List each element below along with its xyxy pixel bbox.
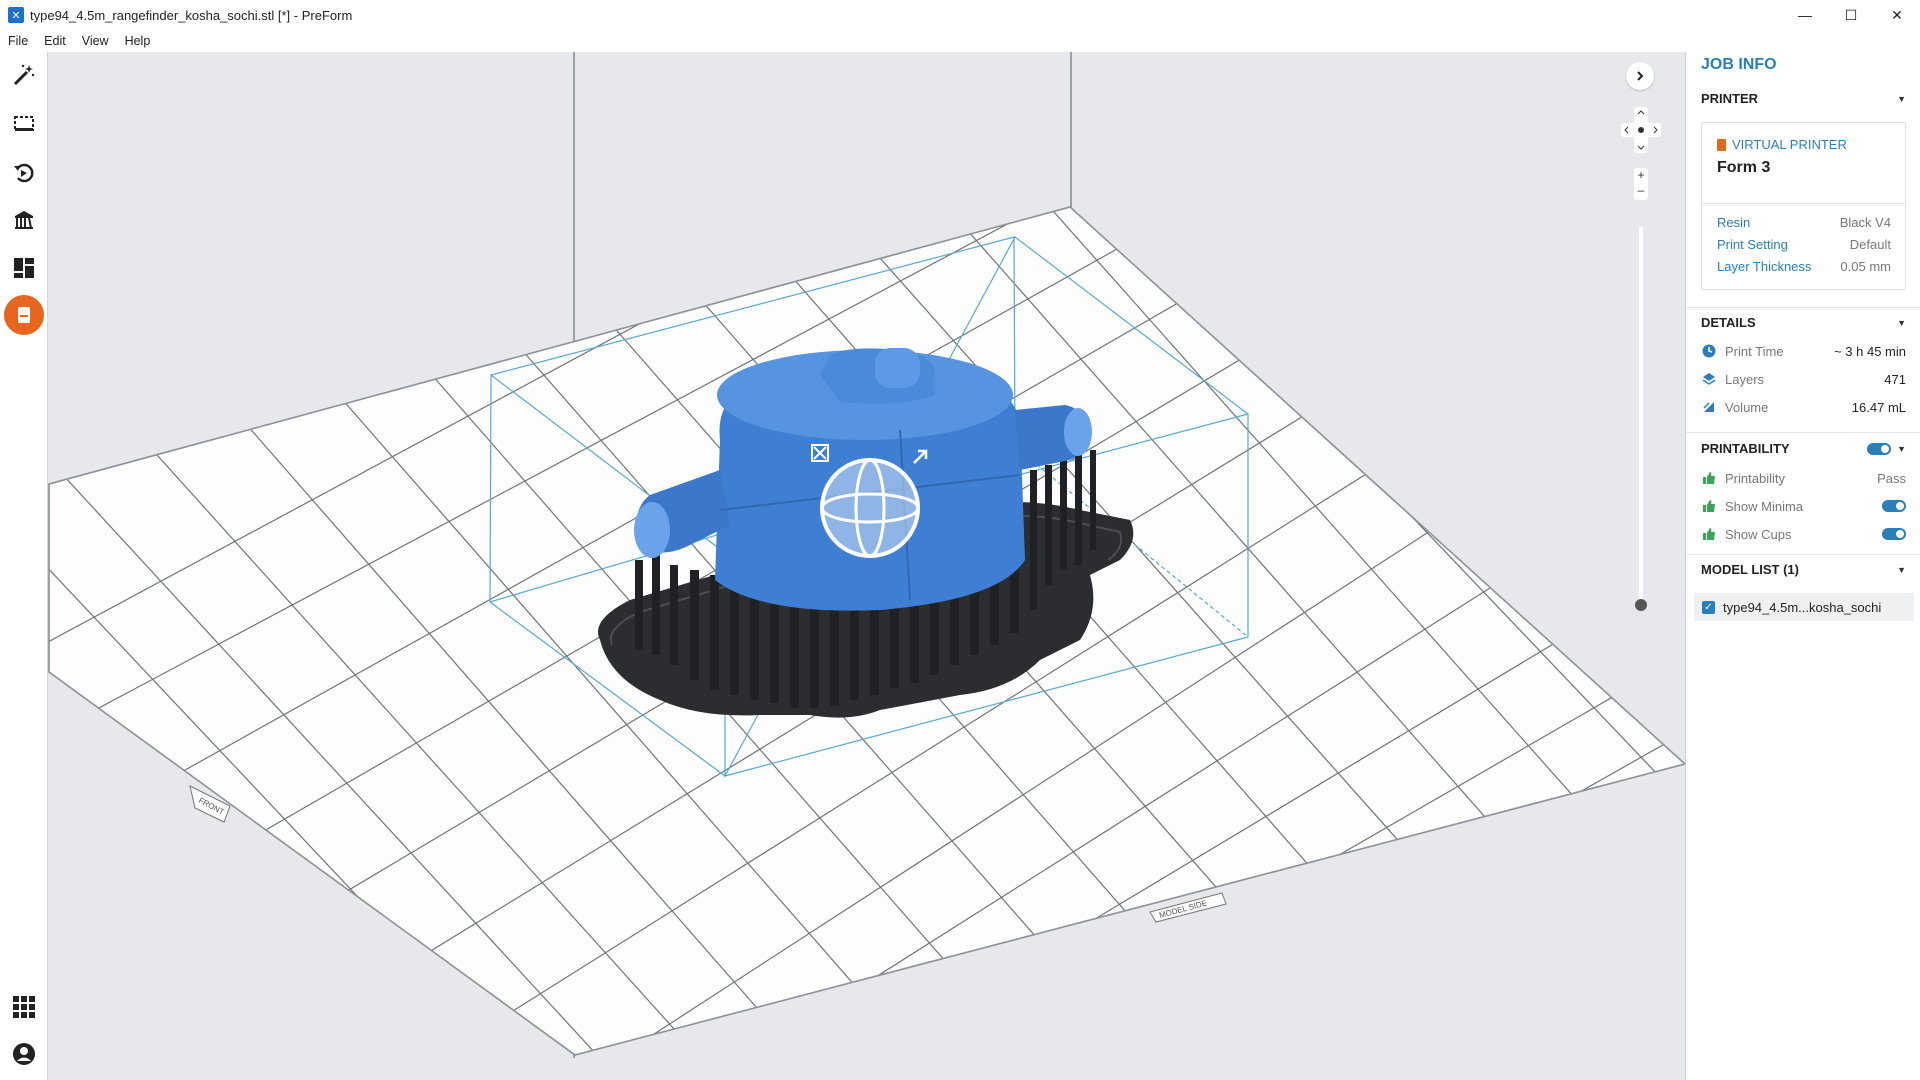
title-bar: ✕ type94_4.5m_rangefinder_kosha_sochi.st… (0, 0, 1920, 30)
minimize-button[interactable]: — (1782, 0, 1828, 30)
volume-icon (1701, 399, 1717, 415)
menu-edit[interactable]: Edit (36, 34, 74, 48)
window-controls: — ☐ ✕ (1782, 0, 1920, 30)
resin-row: Resin Black V4 (1717, 215, 1891, 230)
layer-slider-handle[interactable] (1635, 599, 1647, 611)
resin-value: Black V4 (1839, 215, 1891, 230)
panel-title: JOB INFO (1701, 56, 1777, 73)
layers-value: 471 (1884, 371, 1906, 387)
menu-help[interactable]: Help (117, 34, 159, 48)
model-list-header-label: MODEL LIST (1) (1701, 562, 1799, 577)
printability-label: Printability (1725, 470, 1785, 486)
account-icon[interactable] (9, 1039, 39, 1069)
printability-value: Pass (1877, 470, 1906, 486)
model-hatch (875, 348, 920, 388)
print-time-value: ~ 3 h 45 min (1834, 343, 1906, 359)
print-setting-value: Default (1849, 237, 1891, 252)
view-navigation-icon (1621, 107, 1661, 153)
expand-panel-button[interactable] (1626, 62, 1654, 90)
virtual-printer-text: VIRTUAL PRINTER (1732, 137, 1847, 152)
print-time-label: Print Time (1725, 343, 1784, 359)
printer-header-label: PRINTER (1701, 91, 1759, 106)
print-time-row: Print Time ~ 3 h 45 min (1701, 343, 1906, 359)
camera-pan-control[interactable] (1621, 107, 1661, 153)
layer-thickness-label: Layer Thickness (1717, 259, 1812, 274)
show-minima-row: Show Minima (1701, 498, 1906, 514)
section-divider (1686, 432, 1920, 433)
show-minima-label: Show Minima (1725, 498, 1804, 514)
layers-row: Layers 471 (1701, 371, 1906, 387)
supports-icon[interactable] (9, 205, 39, 235)
magic-wand-icon[interactable] (9, 60, 39, 90)
print-setting-row: Print Setting Default (1717, 237, 1891, 252)
thumbs-up-icon (1701, 526, 1717, 542)
printability-section-header[interactable]: PRINTABILITY ▼ (1701, 441, 1906, 456)
maximize-button[interactable]: ☐ (1828, 0, 1874, 30)
menu-view[interactable]: View (74, 34, 117, 48)
printability-toggle[interactable] (1867, 442, 1892, 455)
preform-logo-icon: ✕ (8, 7, 24, 23)
print-setting-label: Print Setting (1717, 237, 1788, 252)
rotation-gizmo[interactable] (820, 458, 920, 558)
zoom-in-button[interactable]: + (1634, 168, 1648, 183)
printability-row: Printability Pass (1701, 470, 1906, 486)
left-toolbar (0, 52, 48, 1080)
model-left-eyepiece (634, 502, 670, 558)
orient-icon[interactable] (9, 157, 39, 187)
chevron-down-icon: ▼ (1897, 564, 1906, 575)
clock-icon (1701, 343, 1717, 359)
layer-thickness-value: 0.05 mm (1840, 259, 1891, 274)
printer-small-icon (1717, 138, 1726, 151)
printer-model: Form 3 (1717, 159, 1771, 176)
card-divider (1702, 203, 1905, 204)
model-list-section-header[interactable]: MODEL LIST (1) ▼ (1701, 562, 1906, 577)
model-right-eyepiece (1064, 408, 1092, 456)
section-divider (1686, 307, 1920, 308)
layers-label: Layers (1725, 371, 1765, 387)
show-minima-toggle[interactable] (1882, 500, 1906, 512)
chevron-down-icon: ▼ (1897, 93, 1906, 104)
printer-card[interactable]: VIRTUAL PRINTER Form 3 Resin Black V4 Pr… (1701, 122, 1906, 290)
zoom-out-button[interactable]: – (1634, 183, 1648, 198)
layout-icon[interactable] (9, 253, 39, 283)
layer-thickness-row: Layer Thickness 0.05 mm (1717, 259, 1891, 274)
select-icon[interactable] (9, 109, 39, 139)
show-cups-toggle[interactable] (1882, 528, 1906, 540)
show-cups-row: Show Cups (1701, 526, 1906, 542)
model-list-item[interactable]: ✓ type94_4.5m...kosha_sochi (1694, 593, 1914, 621)
zoom-controls: + – (1634, 168, 1648, 200)
volume-label: Volume (1725, 399, 1769, 415)
layer-slider-track[interactable] (1639, 227, 1643, 607)
details-header-label: DETAILS (1701, 315, 1756, 330)
chevron-right-icon (1637, 71, 1644, 81)
layers-icon (1701, 371, 1717, 387)
printer-section-header[interactable]: PRINTER ▼ (1701, 91, 1906, 106)
show-cups-label: Show Cups (1725, 526, 1792, 542)
chevron-down-icon: ▼ (1897, 443, 1906, 454)
printer-icon[interactable] (4, 295, 44, 335)
3d-viewport[interactable]: FRONT MODEL SIDE + – (48, 52, 1685, 1080)
volume-value: 16.47 mL (1851, 399, 1906, 415)
window-title: type94_4.5m_rangefinder_kosha_sochi.stl … (30, 7, 353, 23)
job-info-panel: JOB INFO PRINTER ▼ VIRTUAL PRINTER Form … (1685, 52, 1920, 1080)
details-section-header[interactable]: DETAILS ▼ (1701, 315, 1906, 330)
close-button[interactable]: ✕ (1874, 0, 1920, 30)
resin-label: Resin (1717, 215, 1751, 230)
thumbs-up-icon (1701, 470, 1717, 486)
virtual-printer-label: VIRTUAL PRINTER (1717, 137, 1847, 152)
model-name: type94_4.5m...kosha_sochi (1723, 599, 1882, 615)
menu-file[interactable]: File (0, 34, 36, 48)
model-checkbox[interactable]: ✓ (1702, 600, 1715, 614)
chevron-down-icon: ▼ (1897, 317, 1906, 328)
thumbs-up-icon (1701, 498, 1717, 514)
apps-grid-icon[interactable] (9, 992, 39, 1022)
printability-header-label: PRINTABILITY (1701, 441, 1790, 456)
menu-bar: File Edit View Help (0, 30, 1920, 52)
volume-row: Volume 16.47 mL (1701, 399, 1906, 415)
build-scene: FRONT MODEL SIDE (48, 52, 1685, 1058)
section-divider (1686, 554, 1920, 555)
